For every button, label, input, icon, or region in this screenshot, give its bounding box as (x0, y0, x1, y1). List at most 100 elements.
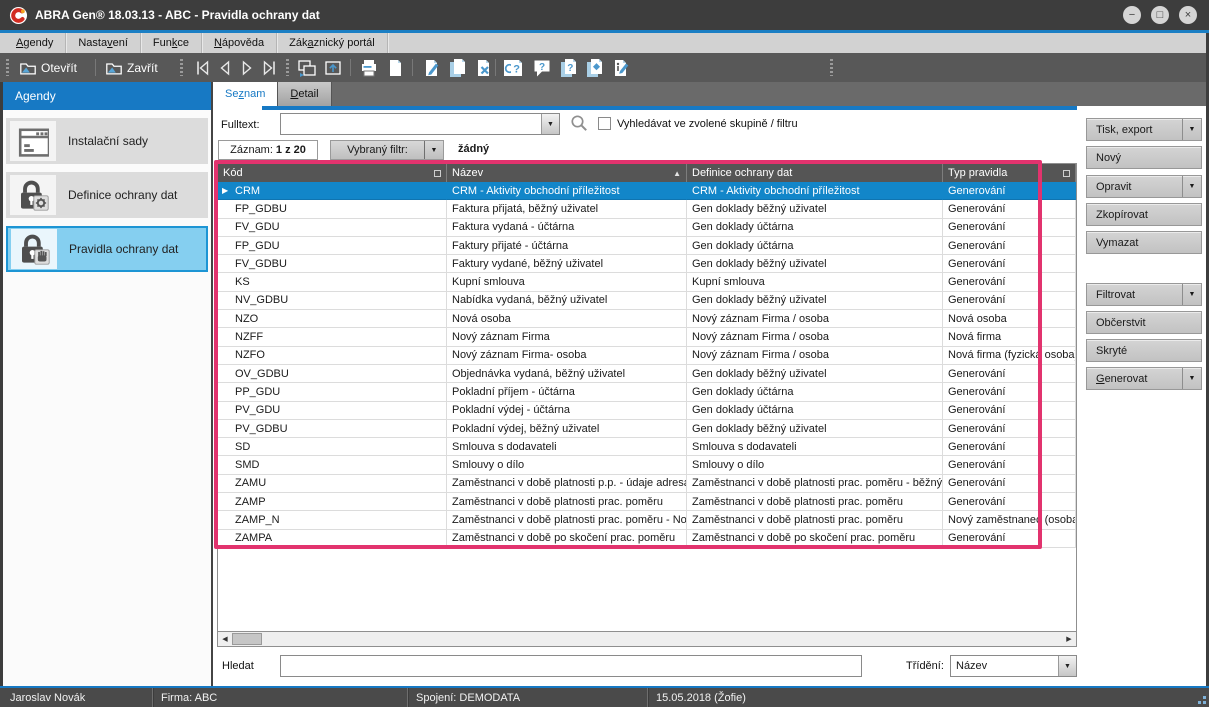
toolbar-grip (6, 59, 9, 76)
ob-erstvit-button[interactable]: Občerstvit (1086, 311, 1202, 334)
related-topics-icon[interactable] (583, 57, 605, 78)
table-row[interactable]: FP_GDBUFaktura přijatá, běžný uživatelGe… (218, 200, 1076, 218)
table-row[interactable]: PP_GDUPokladní příjem - účtárnaGen dokla… (218, 383, 1076, 401)
dropdown-arrow-icon[interactable]: ▼ (1182, 119, 1201, 140)
scrollbar-thumb[interactable] (232, 633, 262, 645)
help-document-icon[interactable]: ? (505, 57, 527, 78)
new-page-icon[interactable] (384, 57, 406, 78)
resize-grip[interactable] (1194, 692, 1206, 704)
edit-icon[interactable] (420, 57, 442, 78)
table-row[interactable]: OV_GDBUObjednávka vydaná, běžný uživatel… (218, 365, 1076, 383)
search-in-group-checkbox[interactable] (598, 117, 611, 130)
filtrovat-button[interactable]: Filtrovat▼ (1086, 283, 1202, 306)
dropdown-arrow-icon[interactable]: ▼ (1182, 284, 1201, 305)
table-row[interactable]: NZFFNový záznam FirmaNový záznam Firma /… (218, 328, 1076, 346)
agenda-switch-icon[interactable] (296, 57, 318, 78)
table-row[interactable]: PV_GDBUPokladní výdej, běžný uživatelGen… (218, 420, 1076, 438)
nav-first-icon[interactable] (192, 57, 214, 78)
zkop-rovat-button[interactable]: Zkopírovat (1086, 203, 1202, 226)
skryt--button[interactable]: Skryté (1086, 339, 1202, 362)
search-icon[interactable] (569, 113, 589, 133)
table-cell: NZO (218, 310, 447, 328)
status-segment-1: Jaroslav Novák (0, 688, 152, 707)
table-row[interactable]: ▶CRMCRM - Aktivity obchodní příležitostC… (218, 182, 1076, 200)
table-row[interactable]: FP_GDUFaktury přijaté - účtárnaGen dokla… (218, 237, 1076, 255)
vymazat-button[interactable]: Vymazat (1086, 231, 1202, 254)
opravit-button[interactable]: Opravit▼ (1086, 175, 1202, 198)
menu-item-agendy[interactable]: Agendy (4, 33, 66, 53)
status-segment-3: Spojení: DEMODATA (407, 688, 647, 707)
fulltext-dropdown-button[interactable]: ▼ (541, 114, 559, 134)
delete-icon[interactable] (472, 57, 494, 78)
sidebar-item-pravidla-ochrany-dat[interactable]: Pravidla ochrany dat (6, 226, 208, 272)
column-options-icon[interactable] (434, 170, 441, 177)
help-topics-icon[interactable]: ? (557, 57, 579, 78)
button-label: Opravit (1087, 181, 1182, 193)
nov--button[interactable]: Nový (1086, 146, 1202, 169)
table-cell: Faktury vydané, běžný uživatel (447, 255, 687, 273)
selected-filter-button[interactable]: Vybraný filtr: ▼ (330, 140, 444, 160)
menu-item-nastaven-[interactable]: Nastavení (66, 33, 141, 53)
open-new-window-icon[interactable] (322, 57, 344, 78)
fulltext-input[interactable] (281, 114, 541, 134)
tab-seznam[interactable]: Seznam (213, 82, 278, 106)
nav-last-icon[interactable] (258, 57, 280, 78)
open-button[interactable]: Otevřít (15, 57, 81, 78)
column-header-label: Název (452, 167, 483, 179)
trideni-combobox[interactable]: Název ▼ (950, 655, 1077, 677)
context-help-icon[interactable]: ? (531, 57, 553, 78)
column-header-2[interactable]: Název▲ (447, 164, 687, 182)
filter-value: žádný (458, 143, 489, 155)
sidebar-item-definice-ochrany-dat[interactable]: Definice ochrany dat (6, 172, 208, 218)
nav-prev-icon[interactable] (214, 57, 236, 78)
horizontal-scrollbar[interactable]: ◀ ▶ (218, 631, 1076, 646)
close-button[interactable]: × (1179, 6, 1197, 24)
tab-detail[interactable]: Detail (278, 82, 331, 106)
table-row[interactable]: NV_GDBUNabídka vydaná, běžný uživatelGen… (218, 292, 1076, 310)
table-row[interactable]: ZAMPZaměstnanci v době platnosti prac. p… (218, 493, 1076, 511)
nav-next-icon[interactable] (236, 57, 258, 78)
column-header-1[interactable]: Kód (218, 164, 447, 182)
scroll-right-arrow[interactable]: ▶ (1062, 632, 1076, 646)
hledat-field[interactable] (280, 655, 862, 677)
toolbar: Otevřít Zavřít??? (0, 53, 1209, 82)
close-agenda-button[interactable]: Zavřít (101, 57, 162, 78)
minimize-button[interactable]: − (1123, 6, 1141, 24)
table-row[interactable]: ZAMP_NZaměstnanci v době platnosti prac.… (218, 511, 1076, 529)
menu-item-z-kaznick-port-l[interactable]: Zákaznický portál (277, 33, 388, 53)
print-icon[interactable] (358, 57, 380, 78)
table-cell: ZAMP_N (218, 511, 447, 529)
table-row[interactable]: NZONová osobaNový záznam Firma / osobaNo… (218, 310, 1076, 328)
sidebar-item-instala-n-sady[interactable]: Instalační sady (6, 118, 208, 164)
column-header-4[interactable]: Typ pravidla (943, 164, 1076, 182)
edit-note-icon[interactable] (609, 57, 631, 78)
table-cell: Generování (943, 530, 1076, 548)
table-row[interactable]: SMDSmlouvy o díloSmlouvy o díloGenerován… (218, 456, 1076, 474)
dropdown-arrow-icon[interactable]: ▼ (1182, 176, 1201, 197)
menu-item-funkce[interactable]: Funkce (141, 33, 202, 53)
trideni-dropdown-button[interactable]: ▼ (1058, 656, 1076, 676)
tisk-export-button[interactable]: Tisk, export▼ (1086, 118, 1202, 141)
menu-item-n-pov-da[interactable]: Nápověda (202, 33, 277, 53)
column-options-icon[interactable] (1063, 170, 1070, 177)
table-cell: Smlouvy o dílo (687, 456, 943, 474)
maximize-button[interactable]: □ (1151, 6, 1169, 24)
table-row[interactable]: FV_GDBUFaktury vydané, běžný uživatelGen… (218, 255, 1076, 273)
table-row[interactable]: ZAMUZaměstnanci v době platnosti p.p. - … (218, 475, 1076, 493)
scroll-left-arrow[interactable]: ◀ (218, 632, 232, 646)
table-row[interactable]: ZAMPAZaměstnanci v době po skočení prac.… (218, 530, 1076, 548)
generovat-button[interactable]: Generovat▼ (1086, 367, 1202, 390)
table-row[interactable]: SDSmlouva s dodavateliSmlouva s dodavate… (218, 438, 1076, 456)
table-row[interactable]: NZFONový záznam Firma- osobaNový záznam … (218, 347, 1076, 365)
table-row[interactable]: FV_GDUFaktura vydaná - účtárnaGen doklad… (218, 219, 1076, 237)
column-header-3[interactable]: Definice ochrany dat (687, 164, 943, 182)
table-row[interactable]: PV_GDUPokladní výdej - účtárnaGen doklad… (218, 402, 1076, 420)
hledat-label: Hledat (222, 660, 254, 672)
copy-icon[interactable] (446, 57, 468, 78)
hledat-input[interactable] (281, 656, 861, 676)
table-cell: Generování (943, 292, 1076, 310)
selected-filter-dropdown[interactable]: ▼ (424, 141, 443, 159)
dropdown-arrow-icon[interactable]: ▼ (1182, 368, 1201, 389)
table-row[interactable]: KSKupní smlouvaKupní smlouvaGenerování (218, 273, 1076, 291)
fulltext-combobox[interactable]: ▼ (280, 113, 560, 135)
